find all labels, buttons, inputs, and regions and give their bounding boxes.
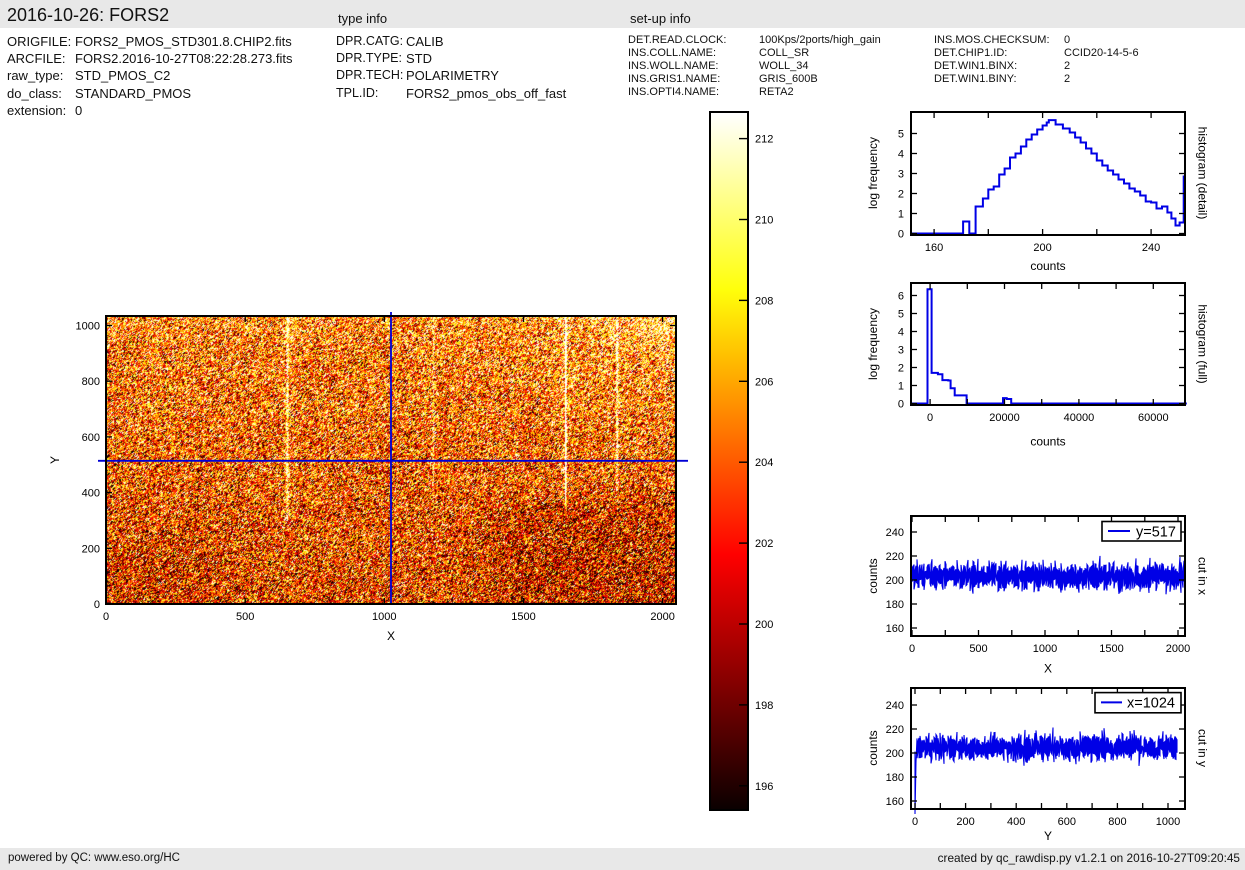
svg-text:6: 6 <box>898 291 904 303</box>
svg-text:5: 5 <box>898 309 904 321</box>
svg-text:4: 4 <box>898 149 904 161</box>
svg-text:log frequency: log frequency <box>866 308 880 380</box>
svg-text:1: 1 <box>898 209 904 221</box>
svg-text:counts: counts <box>866 730 880 765</box>
svg-text:204: 204 <box>755 457 773 469</box>
svg-text:220: 220 <box>886 724 904 736</box>
svg-text:200: 200 <box>1033 242 1051 254</box>
svg-text:200: 200 <box>755 619 773 631</box>
svg-text:X: X <box>387 629 395 643</box>
svg-text:2000: 2000 <box>1166 643 1190 655</box>
svg-text:206: 206 <box>755 376 773 388</box>
svg-text:0: 0 <box>927 412 933 424</box>
svg-text:40000: 40000 <box>1064 412 1095 424</box>
svg-text:2: 2 <box>898 363 904 375</box>
svg-text:counts: counts <box>1030 435 1065 449</box>
svg-text:1000: 1000 <box>372 611 396 623</box>
svg-text:1000: 1000 <box>76 321 100 333</box>
svg-text:200: 200 <box>886 748 904 760</box>
svg-text:2: 2 <box>898 189 904 201</box>
svg-text:1500: 1500 <box>511 611 535 623</box>
svg-text:220: 220 <box>886 551 904 563</box>
svg-text:240: 240 <box>1142 242 1160 254</box>
svg-text:200: 200 <box>886 575 904 587</box>
svg-text:cut in y: cut in y <box>1196 729 1210 767</box>
svg-text:1000: 1000 <box>1033 643 1057 655</box>
svg-text:1000: 1000 <box>1156 816 1180 828</box>
svg-text:3: 3 <box>898 169 904 181</box>
svg-text:240: 240 <box>886 527 904 539</box>
svg-text:400: 400 <box>1007 816 1025 828</box>
svg-text:Y: Y <box>48 456 62 464</box>
svg-text:1: 1 <box>898 381 904 393</box>
svg-text:y=517: y=517 <box>1136 525 1176 541</box>
svg-text:180: 180 <box>886 599 904 611</box>
svg-text:0: 0 <box>898 399 904 411</box>
svg-text:log frequency: log frequency <box>866 137 880 209</box>
svg-text:histogram (detail): histogram (detail) <box>1196 127 1210 220</box>
svg-text:0: 0 <box>909 643 915 655</box>
svg-text:0: 0 <box>103 611 109 623</box>
svg-text:208: 208 <box>755 295 773 307</box>
svg-text:2000: 2000 <box>650 611 674 623</box>
svg-text:210: 210 <box>755 215 773 227</box>
svg-text:212: 212 <box>755 134 773 146</box>
svg-text:200: 200 <box>956 816 974 828</box>
svg-text:500: 500 <box>969 643 987 655</box>
svg-text:counts: counts <box>866 558 880 593</box>
svg-text:0: 0 <box>912 816 918 828</box>
svg-text:0: 0 <box>898 229 904 241</box>
svg-text:202: 202 <box>755 538 773 550</box>
svg-text:x=1024: x=1024 <box>1127 696 1175 712</box>
svg-text:20000: 20000 <box>989 412 1020 424</box>
svg-text:800: 800 <box>82 376 100 388</box>
svg-text:196: 196 <box>755 781 773 793</box>
svg-text:histogram (full): histogram (full) <box>1196 304 1210 383</box>
svg-text:5: 5 <box>898 129 904 141</box>
svg-text:160: 160 <box>886 796 904 808</box>
svg-text:160: 160 <box>925 242 943 254</box>
svg-text:3: 3 <box>898 345 904 357</box>
svg-text:1500: 1500 <box>1099 643 1123 655</box>
svg-text:800: 800 <box>1108 816 1126 828</box>
svg-text:160: 160 <box>886 623 904 635</box>
svg-text:200: 200 <box>82 543 100 555</box>
svg-text:60000: 60000 <box>1138 412 1169 424</box>
svg-text:500: 500 <box>236 611 254 623</box>
svg-text:4: 4 <box>898 327 904 339</box>
svg-text:240: 240 <box>886 700 904 712</box>
svg-text:198: 198 <box>755 700 773 712</box>
svg-text:Y: Y <box>1044 829 1052 843</box>
svg-text:0: 0 <box>94 599 100 611</box>
svg-text:600: 600 <box>1058 816 1076 828</box>
svg-text:180: 180 <box>886 772 904 784</box>
svg-text:600: 600 <box>82 432 100 444</box>
svg-text:400: 400 <box>82 488 100 500</box>
svg-text:cut in x: cut in x <box>1196 557 1210 595</box>
